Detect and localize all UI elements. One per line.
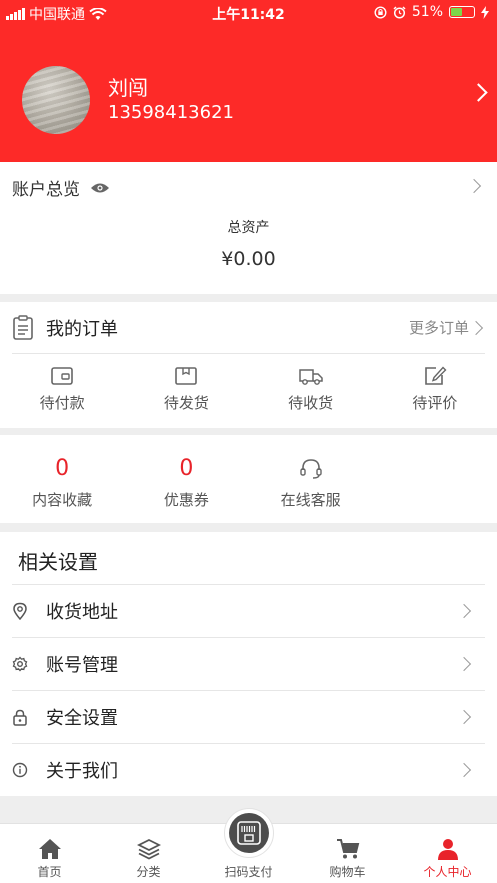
empty-cell — [373, 455, 497, 510]
chevron-right-icon[interactable] — [466, 176, 482, 195]
order-pending-shipment[interactable]: 待发货 — [124, 366, 248, 413]
chevron-right-icon[interactable] — [468, 320, 484, 335]
orders-title: 我的订单 — [46, 318, 118, 340]
order-pending-receipt[interactable]: 待收货 — [249, 366, 373, 413]
headset-icon — [299, 459, 322, 479]
user-icon — [437, 839, 458, 860]
eye-icon[interactable] — [90, 182, 110, 194]
tab-scan-pay[interactable]: 扫码支付 — [199, 824, 298, 883]
orders-header[interactable]: 我的订单 更多订单 — [12, 302, 485, 354]
chevron-right-icon[interactable] — [456, 603, 472, 619]
status-bar: 中国联通 上午11:42 51% — [0, 0, 497, 26]
tab-cart[interactable]: 购物车 — [298, 824, 397, 883]
favorites-stat[interactable]: 0 内容收藏 — [0, 455, 124, 510]
account-title: 账户总览 — [12, 180, 80, 200]
asset-value: ¥0.00 — [221, 248, 276, 270]
lock-icon — [13, 709, 27, 726]
edit-icon — [425, 366, 447, 385]
tab-category[interactable]: 分类 — [99, 824, 198, 883]
battery-percent: 51% — [411, 4, 443, 20]
tab-label: 首页 — [37, 865, 62, 879]
stats-section: 0 内容收藏 0 优惠券 在线客服 — [0, 435, 497, 523]
order-label: 待发货 — [163, 394, 209, 412]
info-icon — [12, 762, 28, 778]
coupons-label: 优惠券 — [163, 491, 209, 509]
wallet-icon — [51, 367, 73, 385]
order-label: 待付款 — [39, 394, 85, 412]
settings-item-security[interactable]: 安全设置 — [12, 690, 485, 743]
chevron-right-icon[interactable] — [456, 762, 472, 778]
chevron-right-icon[interactable] — [456, 656, 472, 672]
asset-label: 总资产 — [227, 220, 270, 236]
settings-item-account[interactable]: 账号管理 — [12, 637, 485, 690]
home-icon — [38, 839, 61, 859]
truck-icon — [298, 369, 323, 385]
settings-item-label: 收货地址 — [46, 602, 118, 623]
order-label: 待评价 — [412, 394, 458, 412]
chevron-right-icon[interactable] — [456, 709, 472, 725]
settings-item-about[interactable]: 关于我们 — [12, 743, 485, 796]
order-pending-review[interactable]: 待评价 — [373, 366, 497, 413]
profile-header[interactable]: 刘闯 13598413621 — [0, 26, 497, 162]
settings-title: 相关设置 — [18, 550, 98, 574]
user-phone: 13598413621 — [108, 102, 234, 123]
box-icon — [175, 367, 198, 385]
clipboard-icon — [13, 314, 33, 340]
layers-icon — [136, 838, 161, 860]
order-pending-payment[interactable]: 待付款 — [0, 366, 124, 413]
coupons-count: 0 — [179, 456, 194, 481]
customer-service-label: 在线客服 — [280, 491, 341, 509]
battery-icon — [449, 6, 475, 18]
avatar[interactable] — [22, 66, 90, 134]
account-overview[interactable]: 账户总览 总资产 ¥0.00 — [0, 162, 497, 294]
settings-item-label: 安全设置 — [46, 708, 118, 729]
coupons-stat[interactable]: 0 优惠券 — [124, 455, 248, 510]
favorites-label: 内容收藏 — [32, 491, 93, 509]
cart-icon — [336, 839, 359, 859]
customer-service[interactable]: 在线客服 — [249, 455, 373, 510]
tab-label: 购物车 — [329, 865, 366, 879]
settings-item-label: 账号管理 — [46, 655, 118, 676]
tab-bar: 首页 分类 扫码支付 购物车 个人中心 — [0, 808, 497, 883]
orders-section: 我的订单 更多订单 待付款 待发货 待收货 待评价 — [0, 302, 497, 428]
settings-section: 相关设置 收货地址 账号管理 安全设置 关于我们 — [0, 532, 497, 796]
favorites-count: 0 — [55, 456, 70, 481]
location-icon — [13, 602, 27, 620]
gear-icon — [12, 656, 28, 672]
more-orders-link[interactable]: 更多订单 — [409, 317, 469, 338]
chevron-right-icon[interactable] — [469, 83, 488, 103]
settings-item-address[interactable]: 收货地址 — [12, 584, 485, 637]
settings-item-label: 关于我们 — [46, 761, 118, 782]
tab-home[interactable]: 首页 — [0, 824, 99, 883]
charging-icon — [481, 5, 489, 19]
order-label: 待收货 — [288, 394, 334, 412]
tab-label: 分类 — [136, 865, 161, 879]
user-name: 刘闯 — [108, 76, 148, 100]
tab-label: 个人中心 — [423, 865, 472, 879]
tab-profile[interactable]: 个人中心 — [398, 824, 497, 883]
rotation-lock-icon — [374, 5, 387, 19]
tab-label: 扫码支付 — [224, 865, 273, 879]
alarm-icon — [393, 5, 406, 19]
